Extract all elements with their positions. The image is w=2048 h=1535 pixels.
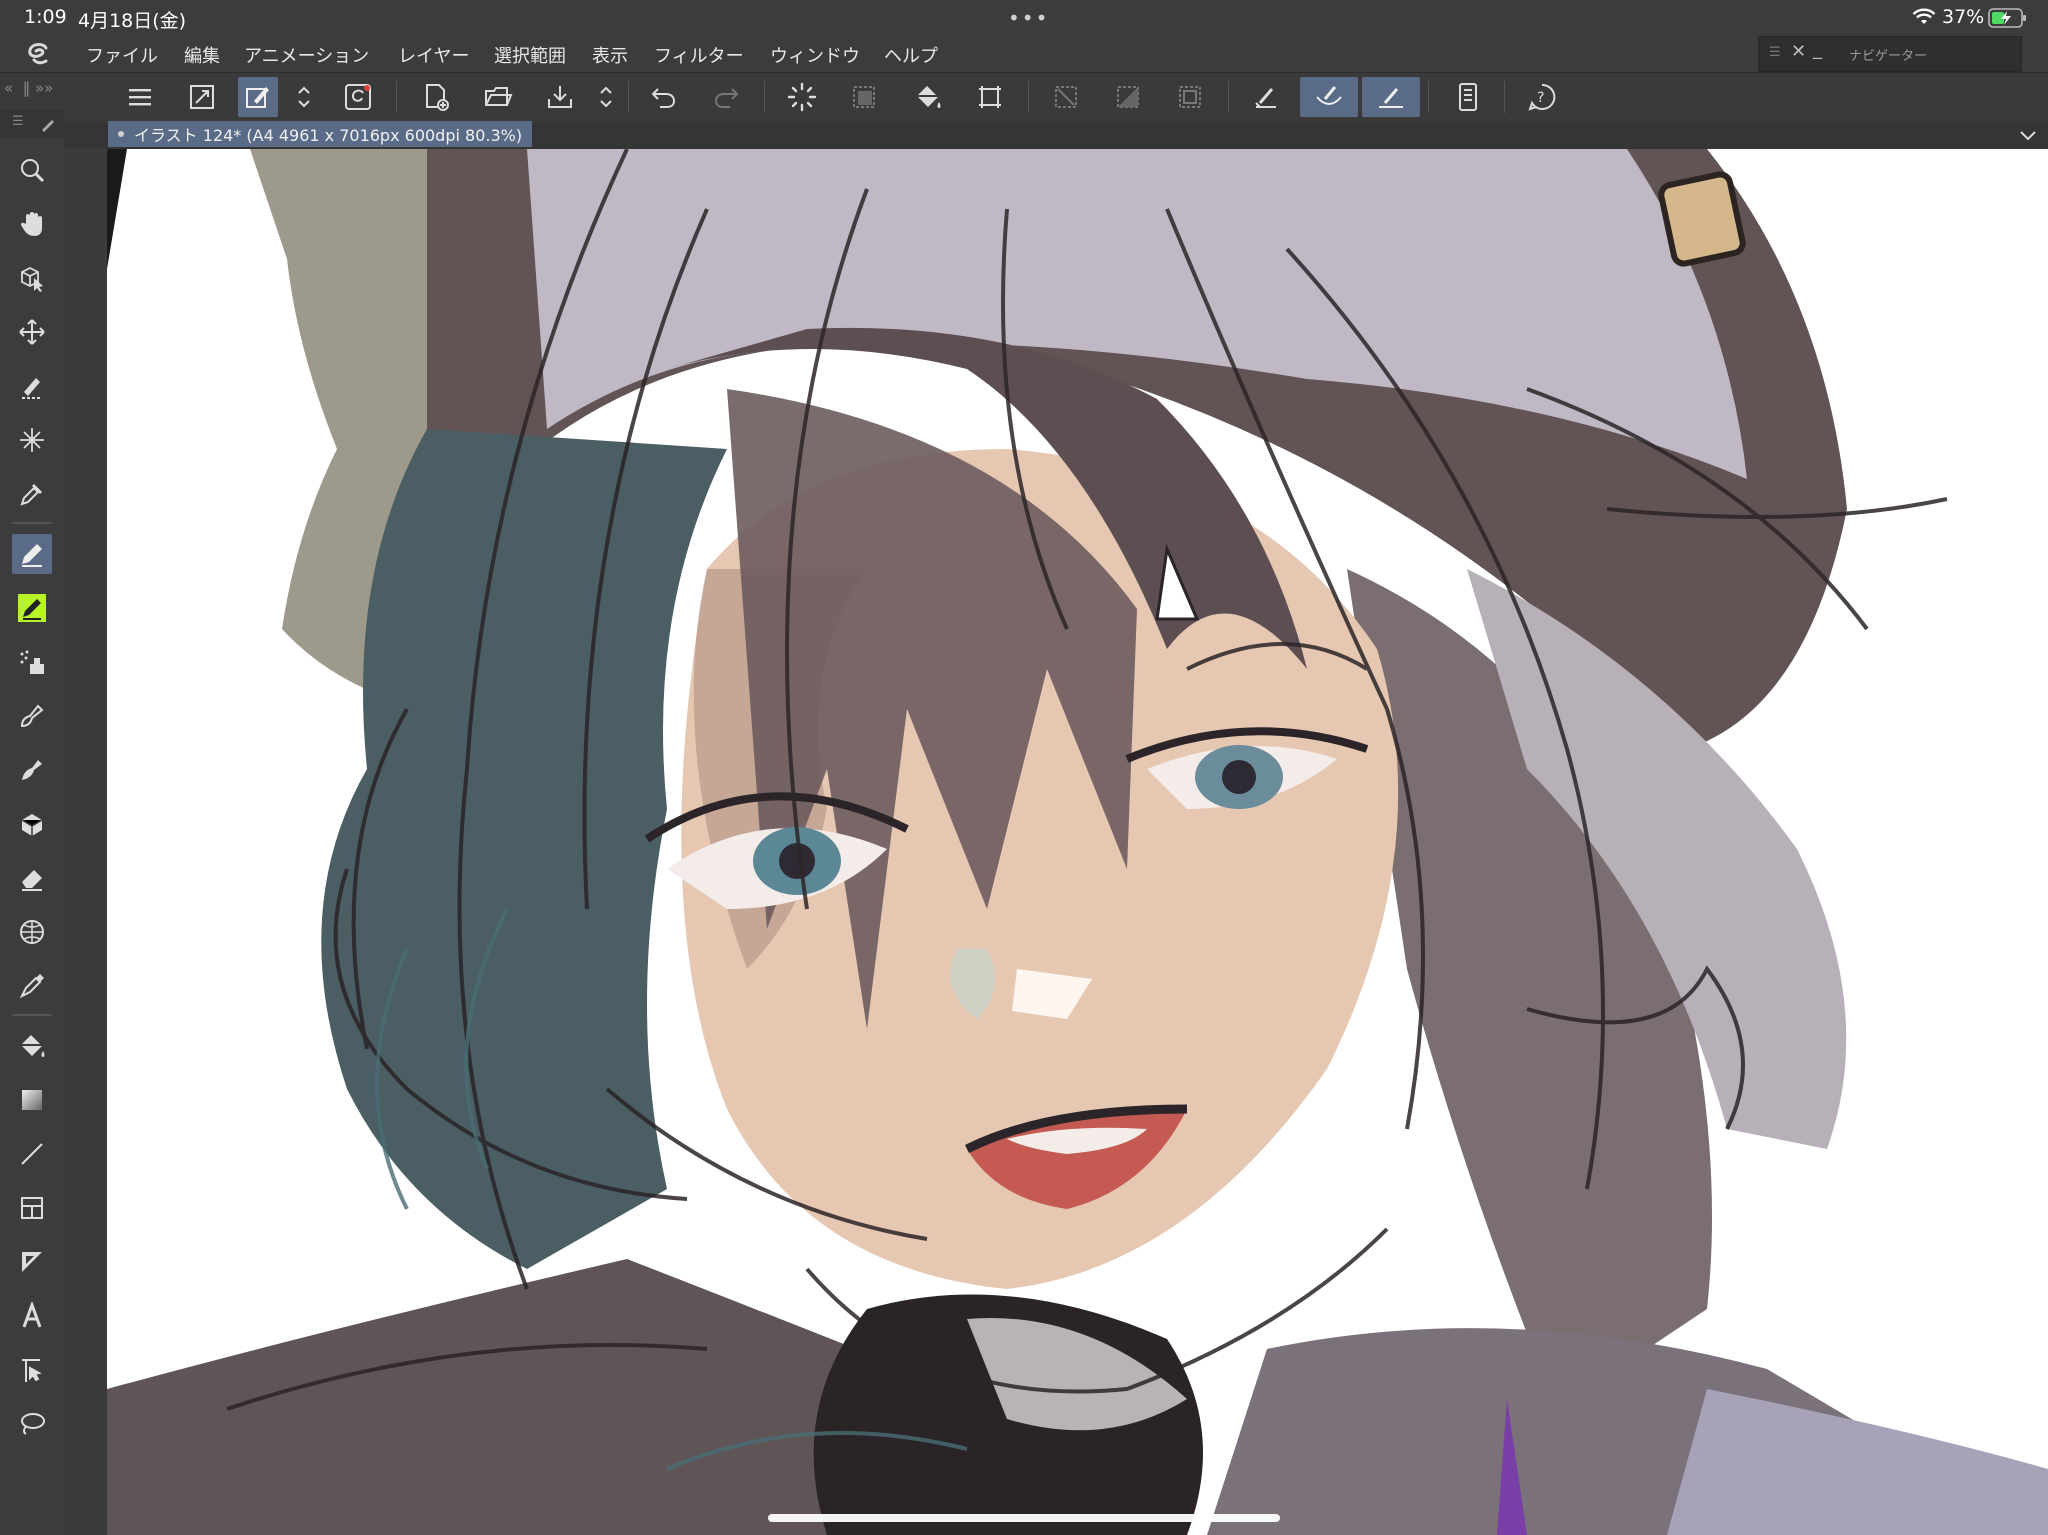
menu-help[interactable]: ヘルプ (884, 42, 938, 68)
auto-select-icon[interactable] (12, 420, 52, 460)
balloon-icon[interactable] (12, 1350, 52, 1390)
menu-view[interactable]: 表示 (592, 42, 628, 68)
hand-icon[interactable] (12, 204, 52, 244)
line-icon[interactable] (12, 1134, 52, 1174)
save-icon[interactable] (540, 77, 580, 117)
transform-icon[interactable] (970, 77, 1010, 117)
gradient-icon[interactable] (12, 1080, 52, 1120)
help-icon[interactable]: ? (1522, 77, 1562, 117)
menu-file[interactable]: ファイル (86, 42, 158, 68)
command-bar: « ‖ »» ? (0, 72, 2048, 122)
menu-filter[interactable]: フィルター (654, 42, 744, 68)
minimize-icon[interactable]: _ (1813, 39, 1822, 60)
figure-icon[interactable] (12, 912, 52, 952)
menu-animation[interactable]: アニメーション (244, 42, 369, 68)
ruler-icon[interactable] (12, 1242, 52, 1282)
new-file-icon[interactable] (416, 77, 456, 117)
close-icon[interactable]: ✕ (1791, 41, 1806, 62)
clip-studio-logo-icon[interactable] (24, 40, 54, 68)
collapse-panels-icon[interactable]: « ‖ »» (4, 79, 53, 97)
document-tab-bar: イラスト 124* (A4 4961 x 7016px 600dpi 80.3%… (64, 121, 2048, 149)
stepper-icon[interactable] (292, 77, 316, 117)
clear-icon[interactable] (844, 77, 884, 117)
menu-layer[interactable]: レイヤー (398, 42, 469, 68)
blend-icon[interactable] (12, 804, 52, 844)
frame-icon[interactable] (12, 1188, 52, 1228)
menu-selection[interactable]: 選択範囲 (494, 42, 566, 68)
deselect-icon[interactable] (1046, 77, 1086, 117)
menu-edit[interactable]: 編集 (184, 42, 220, 68)
gradient-icon[interactable] (12, 966, 52, 1006)
loading-icon[interactable] (782, 77, 822, 117)
show-selection-icon[interactable] (1170, 77, 1210, 117)
snap-to-ruler-icon[interactable] (1246, 77, 1286, 117)
eyedropper-icon[interactable] (12, 474, 52, 514)
zoom-icon[interactable] (12, 150, 52, 190)
status-date: 4月18日(金) (78, 10, 187, 32)
open-file-icon[interactable] (478, 77, 518, 117)
snap-to-perspective-icon[interactable] (1300, 77, 1358, 117)
fill-icon[interactable] (12, 1026, 52, 1066)
redo-icon[interactable] (706, 77, 746, 117)
navigator-title: ナビゲーター (1849, 49, 1928, 64)
selection-icon[interactable] (12, 366, 52, 406)
document-tab[interactable]: イラスト 124* (A4 4961 x 7016px 600dpi 80.3%… (108, 121, 533, 147)
operation-icon[interactable] (12, 258, 52, 298)
text-icon[interactable] (12, 1296, 52, 1336)
navigator-panel: ☰ ✕ _ ナビゲーター (1758, 36, 2022, 72)
clip-studio-icon[interactable] (338, 77, 378, 117)
move-layer-icon[interactable] (12, 312, 52, 352)
airbrush-icon[interactable] (12, 642, 52, 682)
eraser-icon[interactable] (12, 858, 52, 898)
snap-to-special-ruler-icon[interactable] (1362, 77, 1420, 117)
edit-mode-icon[interactable] (238, 77, 278, 117)
lasso-icon[interactable] (12, 1404, 52, 1444)
status-time: 1:09 (24, 6, 67, 28)
status-bar: 1:09 4月18日(金) ••• 37% (0, 0, 2048, 36)
unsaved-indicator (118, 131, 124, 137)
panel-grip-icon[interactable]: ☰ (1769, 45, 1781, 60)
invert-selection-icon[interactable] (1108, 77, 1148, 117)
decoration-icon[interactable] (12, 750, 52, 790)
undo-icon[interactable] (644, 77, 684, 117)
canvas-resize-icon[interactable] (182, 77, 222, 117)
tool-panel-header: ☰ (0, 110, 64, 138)
chevron-down-icon[interactable] (2018, 125, 2038, 145)
pen-icon[interactable] (12, 534, 52, 574)
document-title: イラスト 124* (A4 4961 x 7016px 600dpi 80.3%… (134, 126, 523, 145)
battery-percent: 37% (1942, 6, 1985, 28)
menu-window[interactable]: ウィンドウ (770, 42, 860, 68)
artwork-illustration (107, 149, 2048, 1535)
tool-panel: ☰ (0, 110, 64, 1535)
drawing-canvas[interactable] (107, 149, 2048, 1535)
menu-bar: ファイル 編集 アニメーション レイヤー 選択範囲 表示 フィルター ウィンドウ… (0, 36, 2048, 72)
wifi-icon (1912, 8, 1936, 24)
brush-icon[interactable] (12, 696, 52, 736)
home-indicator[interactable] (768, 1514, 1280, 1522)
battery-charging-icon (1988, 8, 2026, 28)
device-settings-icon[interactable] (1448, 77, 1488, 117)
multitasking-dots-icon[interactable]: ••• (1008, 6, 1049, 30)
menu-icon[interactable] (120, 77, 160, 117)
pencil-icon[interactable] (12, 588, 52, 628)
fill-icon[interactable] (908, 77, 948, 117)
svg-text:?: ? (1537, 90, 1544, 106)
stepper-icon[interactable] (594, 77, 618, 117)
